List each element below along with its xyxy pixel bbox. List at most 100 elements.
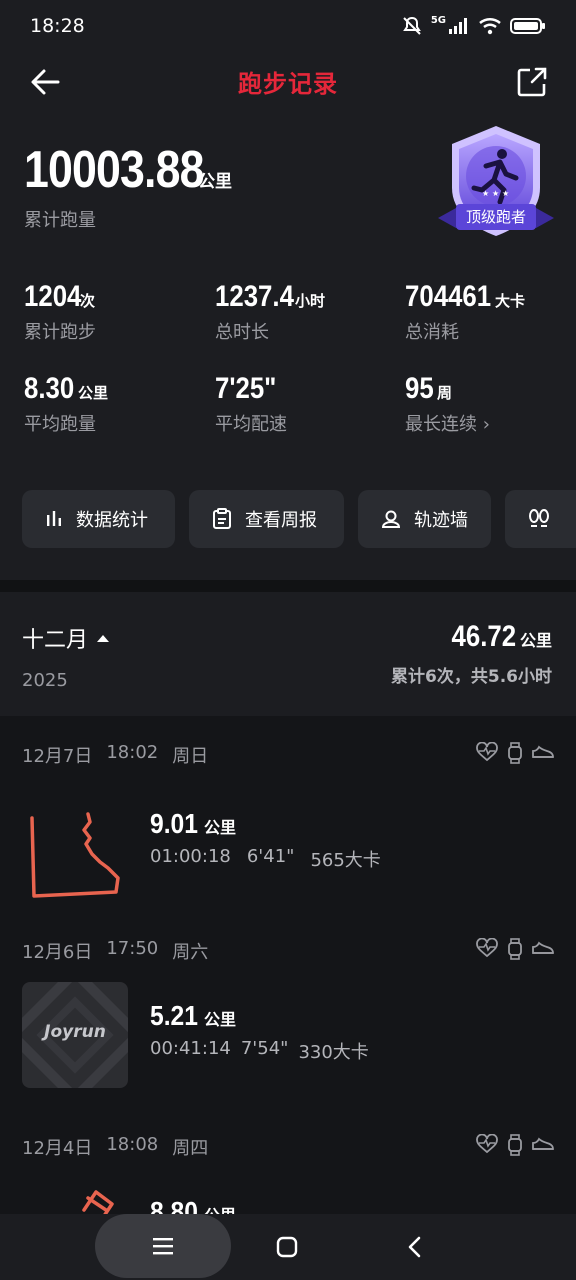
action-label: 查看周报 [245,510,317,531]
run-record[interactable]: 12月4日 18:08 周四 8.80 公里 [0,1134,576,1216]
run-record[interactable]: 12月7日 18:02 周日 9.01 公里 01:00:18 6'41" 56… [0,742,576,932]
stat-label: 最长连续 › [405,410,490,436]
weekly-report-button[interactable]: 查看周报 [189,490,344,548]
watch-icon [508,938,522,960]
record-info: 8.80 公里 [150,1196,236,1216]
record-time: 18:02 [106,742,159,763]
stat-unit: 次 [80,292,96,310]
month-selector[interactable]: 十二月 [22,622,110,654]
month-summary[interactable]: 十二月 2025 46.72 公里 累计6次，共5.6小时 [0,592,576,716]
record-distance-unit: 公里 [204,1010,237,1029]
stat-total-calories: 704461 大卡 总消耗 [405,280,525,344]
track-wall-button[interactable]: 轨迹墙 [358,490,491,548]
share-button[interactable] [514,64,550,100]
route-map-icon [82,1190,114,1216]
shoe-icon [532,745,554,758]
stat-value: 95 [405,372,434,405]
stat-value: 1237.4 [215,280,294,313]
record-calories: 565大卡 [310,850,381,871]
record-meta: 01:00:18 6'41" 565大卡 [150,846,381,872]
share-icon [517,67,547,97]
stat-longest-streak[interactable]: 95 周 最长连续 › [405,372,490,436]
battery-icon [510,18,545,34]
svg-text:★: ★ [492,189,499,198]
record-date: 12月6日 [22,942,93,963]
mute-icon [402,16,421,35]
stat-unit: 大卡 [495,292,526,310]
signal-icon [449,18,467,34]
back-button[interactable] [28,64,64,100]
recent-apps-button[interactable] [95,1214,231,1278]
square-home-icon [276,1236,298,1258]
record-icons [476,938,554,960]
home-button[interactable] [270,1230,304,1264]
stat-unit: 周 [437,384,453,402]
record-info: 9.01 公里 01:00:18 6'41" 565大卡 [150,808,381,872]
footprints-button[interactable] [505,490,576,548]
joyrun-label: Joyrun [44,1022,106,1042]
record-info: 5.21 公里 00:41:14 7'54" 330大卡 [150,1000,369,1064]
record-weekday: 周日 [172,746,209,767]
chevron-right-icon: › [482,414,490,435]
heart-rate-icon [476,938,498,958]
action-label: 数据统计 [76,510,148,531]
run-record-list: 12月7日 18:02 周日 9.01 公里 01:00:18 6'41" 56… [0,716,576,1216]
record-weekday: 周六 [172,942,209,963]
record-time: 17:50 [106,938,159,959]
data-stats-button[interactable]: 数据统计 [22,490,175,548]
stat-label: 总时长 [215,322,269,343]
network-label: 5G [430,14,446,26]
status-time: 18:28 [30,15,85,37]
page-title: 跑步记录 [238,69,338,98]
route-map-icon [30,812,120,898]
wifi-icon [479,18,501,35]
watch-icon [508,742,522,764]
footprints-icon [529,509,549,527]
record-date: 12月4日 [22,1138,93,1159]
record-time: 18:08 [106,1134,159,1155]
run-record[interactable]: 12月6日 17:50 周六 Joyrun 5.21 公里 00:41:14 7… [0,938,576,1128]
bar-chart-icon [47,511,61,526]
badge-label: 顶级跑者 [465,208,526,226]
svg-text:★: ★ [482,189,489,198]
action-label: 轨迹墙 [414,510,468,531]
top-runner-badge[interactable]: ★ ★ ★ 顶级跑者 [436,124,556,240]
month-distance-unit: 公里 [519,631,552,650]
heart-rate-icon [476,1134,498,1154]
record-header: 12月7日 18:02 周日 [22,742,208,768]
stat-total-runs: 1204 次 累计跑步 [24,280,96,344]
stat-label: 总消耗 [405,322,459,343]
total-distance-block: 10003.88 公里 累计跑量 [24,140,232,232]
caret-up-icon [97,635,110,642]
stat-avg-distance: 8.30 公里 平均跑量 [24,372,108,436]
record-distance-unit: 公里 [204,818,237,837]
stat-label: 累计跑步 [24,322,96,343]
svg-text:★: ★ [502,189,509,198]
chevron-left-icon [408,1236,421,1258]
record-header: 12月4日 18:08 周四 [22,1134,208,1160]
month-distance: 46.72 [451,620,516,653]
record-calories: 330大卡 [298,1042,369,1063]
record-date: 12月7日 [22,746,93,767]
status-bar: 18:28 5G [0,0,576,52]
month-title: 十二月 [22,628,89,653]
total-distance-label: 累计跑量 [24,210,96,231]
record-duration: 00:41:14 [150,1038,231,1059]
location-pin-icon [381,510,401,528]
stat-value: 1204 [24,280,82,313]
record-header: 12月6日 17:50 周六 [22,938,208,964]
stat-avg-pace: 7'25" 平均配速 [215,372,287,436]
route-thumbnail [22,1182,128,1216]
stat-unit: 公里 [78,384,109,402]
record-distance: 9.01 [150,808,198,839]
system-back-button[interactable] [398,1230,432,1264]
stat-value: 704461 [405,280,492,313]
system-nav-bar [0,1214,576,1280]
shoe-icon [532,941,554,954]
record-weekday: 周四 [172,1138,209,1159]
stat-value: 7'25" [215,372,277,405]
record-meta: 00:41:14 7'54" 330大卡 [150,1038,369,1064]
stat-total-duration: 1237.4 小时 总时长 [215,280,325,344]
route-thumbnail [22,792,128,898]
heart-rate-icon [476,742,498,762]
